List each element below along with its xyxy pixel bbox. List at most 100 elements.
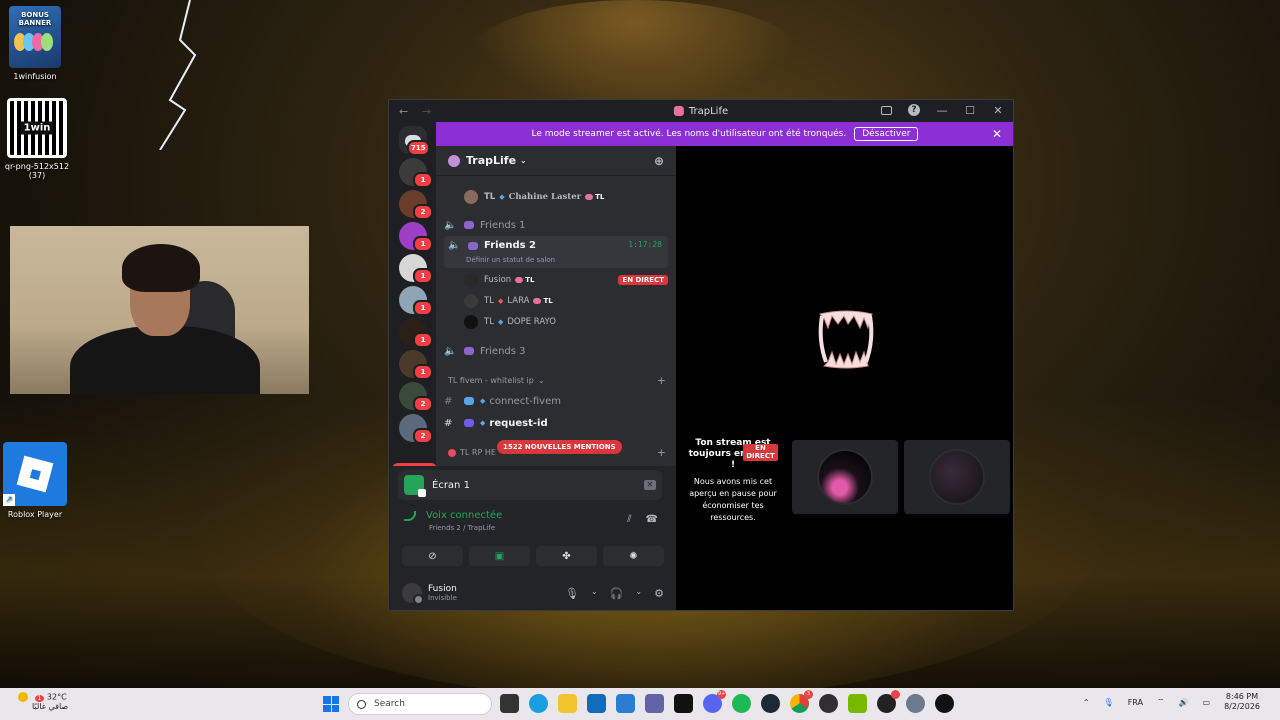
role-tag: TL [533,297,552,305]
voice-member[interactable]: TL ◆ Chahine Laster TL [464,190,668,204]
chevron-down-icon[interactable]: ⌄ [591,587,598,600]
avatar [464,273,478,287]
category-fivem[interactable]: TL fivem - whitelist ip ⌄ + [448,374,666,387]
channel-status[interactable]: Définir un statut de salon [466,256,555,264]
cursor-app-icon[interactable] [935,694,954,713]
settings-icon[interactable] [906,694,925,713]
voice-channel-path[interactable]: Friends 2 / TrapLife [429,524,495,532]
back-button[interactable]: ← [399,105,408,118]
close-button[interactable]: ✕ [991,103,1005,117]
task-view-icon[interactable] [500,694,519,713]
battery-icon[interactable]: ▭ [1203,698,1211,707]
streamer-mode-banner: Le mode streamer est activé. Les noms d'… [436,122,1013,146]
store-icon[interactable] [616,694,635,713]
help-icon[interactable]: ? [907,103,921,117]
soundboard-button[interactable]: ✺ [603,546,664,566]
clock[interactable]: 8:46 PM 8/2/2026 [1224,692,1260,713]
voice-channel-friends-3[interactable]: 🔈 Friends 3 [444,342,668,360]
member-name: Chahine Laster [508,192,582,202]
speaker-icon: 🔈 [448,240,461,251]
voice-member[interactable]: TL ◆ DOPE RAYO [464,315,668,329]
language-indicator[interactable]: FRA [1128,698,1143,707]
add-channel-icon[interactable]: + [657,374,666,387]
voice-member[interactable]: Fusion TL EN DIRECT [464,273,668,287]
server-badge: 2 [413,396,433,412]
teams-icon[interactable] [645,694,664,713]
file-explorer-icon[interactable] [558,694,577,713]
server-badge: 1 [413,364,433,380]
screen-share-button[interactable]: ▣ [469,546,530,566]
desktop-icon-qr[interactable]: qr-png-512x512 (37) [2,98,72,180]
gear-icon[interactable]: ⚙ [654,587,664,600]
hash-icon: # [444,395,453,407]
text-channel-request-id[interactable]: # ◆ request-id [444,414,668,432]
camera-off-button[interactable]: ⊘ [402,546,463,566]
add-channel-icon[interactable]: + [657,446,666,459]
weather-temp: 32°C [46,692,67,702]
spotify-icon[interactable] [732,694,751,713]
forward-button[interactable]: → [422,105,431,118]
terminal-icon[interactable] [674,694,693,713]
chevron-up-icon[interactable]: ⌃ [1083,698,1090,707]
search-placeholder: Search [374,699,405,709]
wifi-icon[interactable]: ⌔ [1157,697,1165,707]
outlook-icon[interactable] [587,694,606,713]
screen-share-row[interactable]: Écran 1 ✕ [398,470,662,500]
text-channel-connect-fivem[interactable]: # ◆ connect-fivem [444,392,668,410]
steam-icon[interactable] [761,694,780,713]
maximize-button[interactable]: ☐ [963,103,977,117]
recording-app-icon[interactable] [877,690,900,713]
disconnect-icon[interactable]: ☎ [646,514,658,525]
banner-close-icon[interactable]: ✕ [992,127,1002,141]
participant-tile[interactable] [904,440,1010,514]
voice-channel-friends-1[interactable]: 🔈 Friends 1 [444,216,668,234]
voice-connected-label: Voix connectée [426,510,503,521]
chevron-down-icon[interactable]: ⌄ [635,587,642,600]
start-button[interactable] [323,696,339,712]
chrome-icon[interactable]: 3 [790,690,813,713]
guild-name: TrapLife [466,154,517,167]
server-badge: 1 [413,300,433,316]
headphones-icon[interactable]: 🎧 [610,587,624,600]
member-name: DOPE RAYO [507,317,556,327]
disable-streamer-button[interactable]: Désactiver [854,127,919,141]
nvidia-icon[interactable] [848,694,867,713]
search-box[interactable]: Search [348,693,492,715]
voice-connected-status[interactable]: Voix connectée [404,510,502,521]
new-mentions-pill[interactable]: 1522 NOUVELLES MENTIONS [497,440,622,454]
live-badge: EN DIRECT [743,444,778,461]
voice-panel: Écran 1 ✕ Voix connectée Friends 2 / Tra… [390,466,676,610]
chevron-down-icon: ⌄ [520,156,527,165]
guild-header[interactable]: TrapLife ⌄ ⊕ [436,146,676,176]
channel-name: request-id [489,417,548,429]
discord-icon[interactable]: 9+ [703,690,726,713]
avatar [817,449,873,505]
microphone-icon[interactable]: 🎙 [1104,698,1114,707]
volume-icon[interactable]: 🔊 [1179,698,1189,707]
window-title: TrapLife [673,106,728,117]
stop-share-icon[interactable]: ✕ [644,480,656,490]
qr-code-icon [7,98,67,158]
roblox-icon: ↗ [3,442,67,506]
weather-widget[interactable]: 1 32°C صافي غالبًا [18,692,68,712]
channel-name: Friends 3 [480,345,526,357]
diamond-icon: ◆ [497,318,504,326]
weather-text: صافي غالبًا [32,702,69,712]
stream-paused-notice: Ton stream est toujours en cours ! EN DI… [688,438,778,524]
activities-button[interactable]: ✤ [536,546,597,566]
participant-tile[interactable] [792,440,898,514]
avatar[interactable] [402,583,424,605]
noise-suppression-icon[interactable]: ⫽ [627,514,631,525]
desktop-icon-roblox[interactable]: ↗ Roblox Player [0,442,70,519]
desktop-icon-1winfusion[interactable]: BONUS BANNER 1winfusion [0,6,70,81]
obs-icon[interactable] [819,694,838,713]
inbox-icon[interactable] [879,103,893,117]
screen-share-icon [404,475,426,497]
minimize-button[interactable]: — [935,103,949,117]
edge-icon[interactable] [529,694,548,713]
avatar [929,449,985,505]
microphone-icon[interactable]: 🎙 [565,587,579,600]
voice-member[interactable]: TL ◆ LARA TL [464,294,668,308]
chevron-down-icon: ⌄ [537,376,545,385]
invite-people-icon[interactable]: ⊕ [654,154,664,168]
